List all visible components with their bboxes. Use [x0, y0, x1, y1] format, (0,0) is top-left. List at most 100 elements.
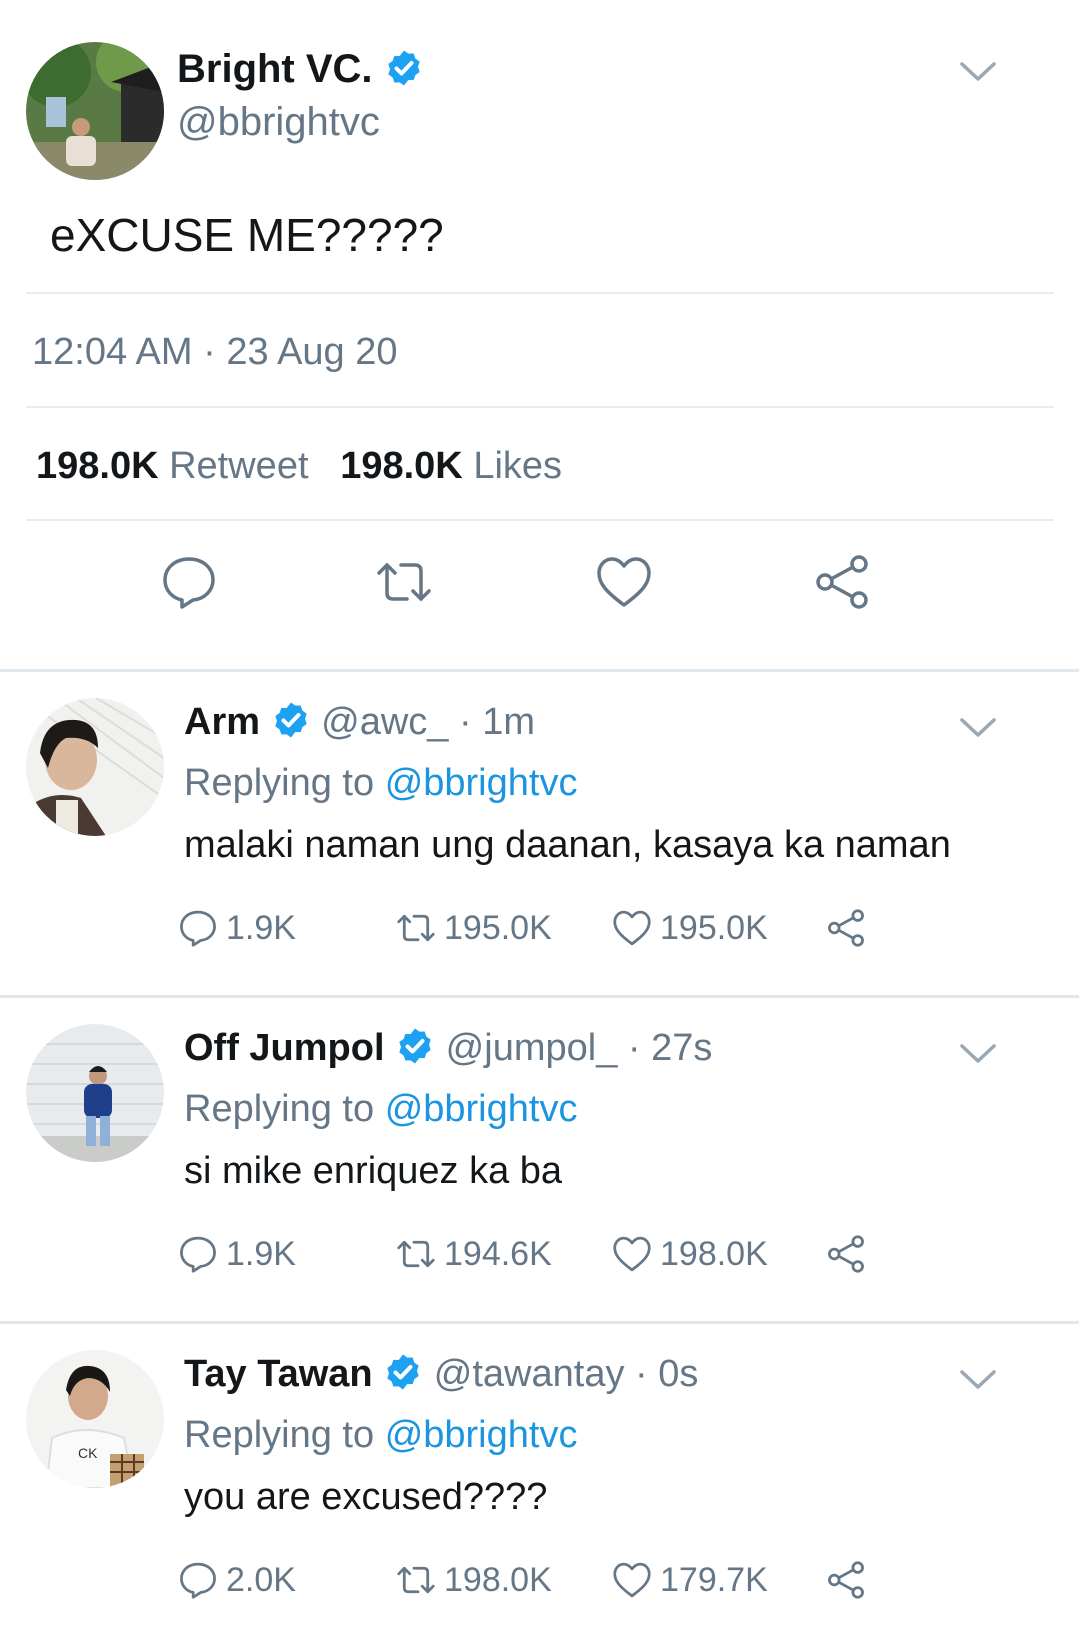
- divider: [26, 406, 1054, 408]
- share-button[interactable]: [813, 553, 871, 611]
- reply-author-handle[interactable]: @jumpol_: [446, 1027, 618, 1069]
- share-icon: [816, 555, 868, 609]
- reply-header: Arm @awc_ · 1m: [184, 700, 535, 744]
- reply-time: · 1m: [459, 701, 536, 743]
- like-count: 179.7K: [660, 1560, 768, 1599]
- divider: [26, 292, 1054, 294]
- share-icon: [828, 909, 864, 947]
- reply-share-button[interactable]: [826, 1560, 874, 1600]
- retweets-count: 198.0K: [36, 445, 159, 487]
- reply-author-handle[interactable]: @awc_: [321, 701, 448, 743]
- replying-to: Replying to @bbrightvc: [184, 1088, 577, 1131]
- reply-tweet[interactable]: Arm @awc_ · 1m Replying to @bbrightvc ma…: [0, 672, 1079, 998]
- replying-to: Replying to @bbrightvc: [184, 762, 577, 805]
- verified-badge-icon: [384, 48, 424, 88]
- reply-avatar[interactable]: [26, 698, 164, 836]
- tweet-stats: 198.0K Retweet 198.0K Likes: [36, 445, 562, 488]
- chevron-down-icon[interactable]: [958, 1040, 998, 1068]
- svg-text:CK: CK: [78, 1445, 98, 1461]
- reply-author-name[interactable]: Tay Tawan: [184, 1353, 373, 1395]
- share-icon: [828, 1235, 864, 1273]
- retweet-icon: [397, 1240, 435, 1268]
- heart-icon: [613, 1562, 651, 1598]
- replying-to-link[interactable]: @bbrightvc: [385, 1414, 578, 1456]
- likes-stat[interactable]: 198.0K Likes: [340, 445, 562, 487]
- divider: [26, 519, 1054, 521]
- reply-comment-button[interactable]: 1.9K: [178, 908, 296, 948]
- reply-comment-button[interactable]: 1.9K: [178, 1234, 296, 1274]
- reply-author-name[interactable]: Arm: [184, 701, 260, 743]
- tweet-date: 23 Aug 20: [226, 331, 398, 373]
- chevron-down-icon[interactable]: [958, 714, 998, 742]
- reply-author-handle[interactable]: @tawantay: [434, 1353, 625, 1395]
- main-tweet: Bright VC. @bbrightvc eXCUSE ME????? 12:…: [0, 0, 1079, 672]
- replying-to-label: Replying to: [184, 1088, 375, 1130]
- heart-icon: [613, 910, 651, 946]
- likes-label: Likes: [473, 445, 563, 487]
- chevron-down-icon[interactable]: [958, 1366, 998, 1394]
- reply-time: · 0s: [635, 1353, 699, 1395]
- reply-retweet-button[interactable]: 194.6K: [396, 1234, 552, 1274]
- reply-share-button[interactable]: [826, 1234, 874, 1274]
- reply-avatar[interactable]: [26, 1024, 164, 1162]
- retweet-button[interactable]: [375, 553, 433, 611]
- reply-time: · 27s: [627, 1027, 713, 1069]
- author-name[interactable]: Bright VC.: [177, 47, 424, 92]
- reply-retweet-button[interactable]: 198.0K: [396, 1560, 552, 1600]
- timestamp-separator: ·: [203, 331, 216, 373]
- reply-text: malaki naman ung daanan, kasaya ka naman: [184, 824, 951, 866]
- author-avatar[interactable]: [26, 42, 164, 180]
- replying-to-link[interactable]: @bbrightvc: [385, 762, 578, 804]
- reply-text: si mike enriquez ka ba: [184, 1150, 563, 1192]
- author-name-text: Bright VC.: [177, 47, 373, 91]
- retweet-icon: [377, 563, 431, 601]
- retweet-icon: [397, 1566, 435, 1594]
- comment-count: 1.9K: [226, 1234, 296, 1273]
- heart-icon: [613, 1236, 651, 1272]
- reply-like-button[interactable]: 195.0K: [612, 908, 768, 948]
- retweet-count: 198.0K: [444, 1560, 552, 1599]
- retweets-label: Retweet: [169, 445, 309, 487]
- reply-icon: [163, 557, 215, 609]
- tweet-text: eXCUSE ME?????: [50, 209, 444, 261]
- reply-header: Off Jumpol @jumpol_ · 27s: [184, 1026, 712, 1070]
- like-count: 198.0K: [660, 1234, 768, 1273]
- comment-count: 1.9K: [226, 908, 296, 947]
- heart-icon: [597, 557, 651, 607]
- like-button[interactable]: [595, 553, 653, 611]
- verified-badge-icon: [383, 1352, 423, 1392]
- verified-badge-icon: [271, 700, 311, 740]
- reply-tweet[interactable]: Off Jumpol @jumpol_ · 27s Replying to @b…: [0, 998, 1079, 1324]
- reply-comment-button[interactable]: 2.0K: [178, 1560, 296, 1600]
- chevron-down-icon[interactable]: [958, 58, 998, 86]
- reply-retweet-button[interactable]: 195.0K: [396, 908, 552, 948]
- retweets-stat[interactable]: 198.0K Retweet: [36, 445, 309, 487]
- replying-to: Replying to @bbrightvc: [184, 1414, 577, 1457]
- author-handle[interactable]: @bbrightvc: [177, 100, 380, 145]
- retweet-count: 195.0K: [444, 908, 552, 947]
- reply-header: Tay Tawan @tawantay · 0s: [184, 1352, 698, 1396]
- retweet-icon: [397, 914, 435, 942]
- reply-author-name[interactable]: Off Jumpol: [184, 1027, 385, 1069]
- reply-tweet[interactable]: CK Tay Tawan @tawantay · 0s Replying to …: [0, 1324, 1079, 1642]
- replying-to-label: Replying to: [184, 762, 375, 804]
- likes-count: 198.0K: [340, 445, 463, 487]
- reply-icon: [180, 910, 216, 947]
- like-count: 195.0K: [660, 908, 768, 947]
- replying-to-label: Replying to: [184, 1414, 375, 1456]
- reply-button[interactable]: [160, 553, 218, 611]
- comment-count: 2.0K: [226, 1560, 296, 1599]
- reply-avatar[interactable]: CK: [26, 1350, 164, 1488]
- tweet-time: 12:04 AM: [32, 331, 193, 373]
- retweet-count: 194.6K: [444, 1234, 552, 1273]
- reply-text: you are excused????: [184, 1476, 548, 1518]
- reply-like-button[interactable]: 179.7K: [612, 1560, 768, 1600]
- tweet-timestamp[interactable]: 12:04 AM · 23 Aug 20: [32, 331, 398, 374]
- reply-like-button[interactable]: 198.0K: [612, 1234, 768, 1274]
- replying-to-link[interactable]: @bbrightvc: [385, 1088, 578, 1130]
- reply-icon: [180, 1562, 216, 1599]
- reply-icon: [180, 1236, 216, 1273]
- verified-badge-icon: [395, 1026, 435, 1066]
- reply-share-button[interactable]: [826, 908, 874, 948]
- share-icon: [828, 1561, 864, 1599]
